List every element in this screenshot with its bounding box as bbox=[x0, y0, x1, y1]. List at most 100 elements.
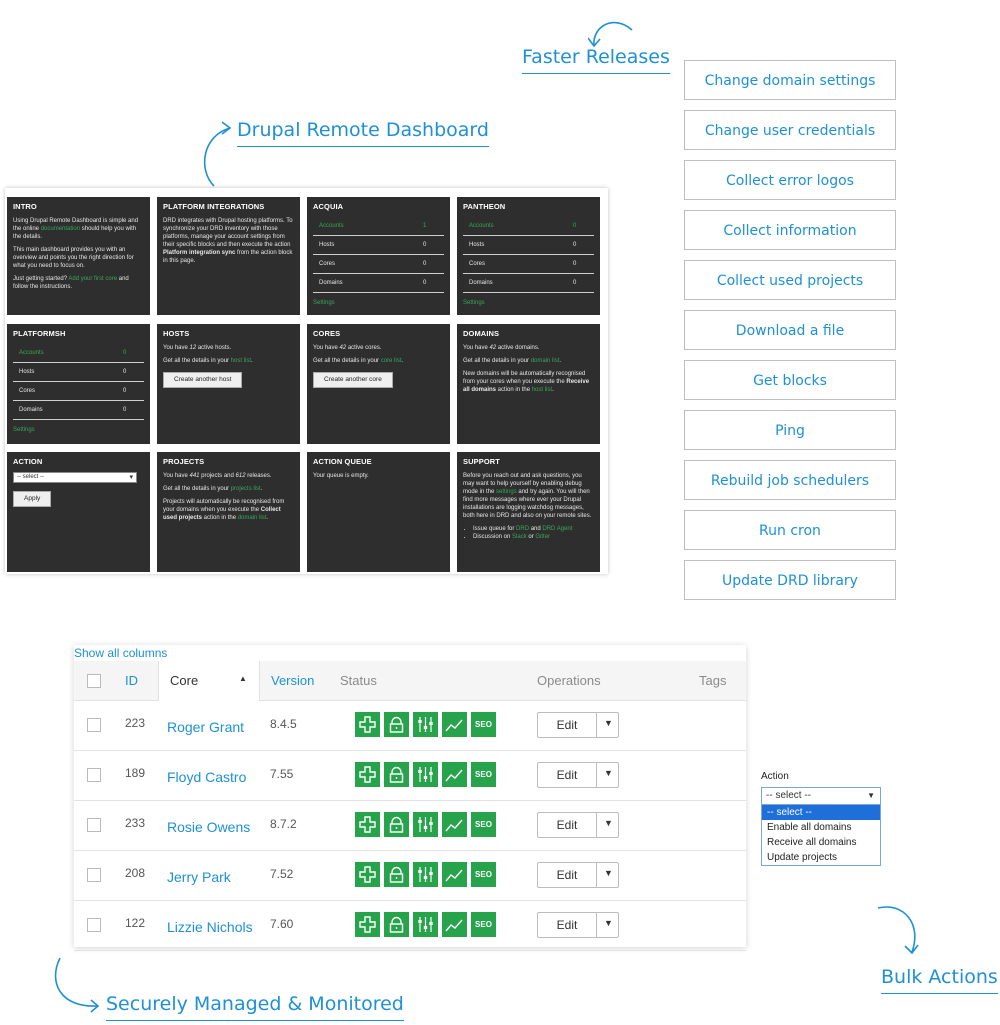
trend-icon[interactable] bbox=[442, 812, 467, 837]
bulk-option-receive-all-domains[interactable]: Receive all domains bbox=[762, 835, 880, 850]
chevron-down-icon[interactable]: ▼ bbox=[604, 918, 613, 928]
table-row[interactable]: 208 Jerry Park 7.52 SEO Edit ▼ bbox=[74, 851, 746, 901]
edit-button[interactable]: Edit bbox=[538, 918, 596, 932]
header-version[interactable]: Version bbox=[271, 673, 314, 688]
table-row[interactable]: Cores 0 bbox=[313, 254, 444, 274]
show-all-columns-link[interactable]: Show all columns bbox=[74, 646, 167, 660]
trend-icon[interactable] bbox=[442, 712, 467, 737]
action-select[interactable]: -- select -- bbox=[13, 472, 137, 483]
table-row[interactable]: 233 Rosie Owens 8.7.2 SEO Edit ▼ bbox=[74, 801, 746, 851]
header-id[interactable]: ID bbox=[125, 673, 138, 688]
sliders-icon[interactable] bbox=[413, 862, 438, 887]
sliders-icon[interactable] bbox=[413, 812, 438, 837]
slack-link[interactable]: Slack bbox=[512, 534, 527, 540]
sliders-icon[interactable] bbox=[413, 712, 438, 737]
plus-icon[interactable] bbox=[355, 762, 380, 787]
lock-icon[interactable] bbox=[384, 712, 409, 737]
bulk-action-select[interactable]: -- select -- ▼ bbox=[761, 787, 881, 805]
table-row[interactable]: 223 Roger Grant 8.4.5 SEO Edit ▼ bbox=[74, 701, 746, 751]
host-list-link[interactable]: host list bbox=[231, 358, 251, 364]
table-row[interactable]: Accounts 1 bbox=[313, 217, 444, 236]
plus-icon[interactable] bbox=[355, 862, 380, 887]
plus-icon[interactable] bbox=[355, 912, 380, 937]
apply-button[interactable]: Apply bbox=[13, 491, 52, 507]
create-core-button[interactable]: Create another core bbox=[313, 372, 393, 388]
edit-button[interactable]: Edit bbox=[538, 718, 596, 732]
edit-button[interactable]: Edit bbox=[538, 768, 596, 782]
row-checkbox[interactable] bbox=[87, 768, 101, 782]
create-host-button[interactable]: Create another host bbox=[163, 372, 243, 388]
core-name-link[interactable]: Floyd Castro bbox=[167, 769, 246, 785]
platformsh-settings-link[interactable]: Settings bbox=[13, 426, 144, 434]
table-row[interactable]: Domains 0 bbox=[463, 273, 594, 293]
lock-icon[interactable] bbox=[384, 762, 409, 787]
drd-link[interactable]: DRD bbox=[516, 526, 529, 532]
table-row[interactable]: Domains 0 bbox=[13, 400, 144, 420]
domain-list-link[interactable]: domain list bbox=[531, 358, 560, 364]
lock-icon[interactable] bbox=[384, 812, 409, 837]
domain-list-link[interactable]: domain list bbox=[238, 515, 267, 521]
table-row[interactable]: Hosts 0 bbox=[463, 235, 594, 255]
table-row[interactable]: Cores 0 bbox=[463, 254, 594, 274]
action-run-cron-button[interactable]: Run cron bbox=[684, 510, 896, 550]
trend-icon[interactable] bbox=[442, 862, 467, 887]
seo-icon[interactable]: SEO bbox=[471, 812, 496, 837]
header-core-cell[interactable]: Core ▲ bbox=[158, 661, 260, 701]
row-checkbox[interactable] bbox=[87, 918, 101, 932]
action-collect-information-button[interactable]: Collect information bbox=[684, 210, 896, 250]
chevron-down-icon[interactable]: ▼ bbox=[604, 818, 613, 828]
row-checkbox[interactable] bbox=[87, 718, 101, 732]
lock-icon[interactable] bbox=[384, 912, 409, 937]
action-rebuild-job-schedulers-button[interactable]: Rebuild job schedulers bbox=[684, 460, 896, 500]
table-row[interactable]: Hosts 0 bbox=[313, 235, 444, 255]
action-change-user-credentials-button[interactable]: Change user credentials bbox=[684, 110, 896, 150]
seo-icon[interactable]: SEO bbox=[471, 762, 496, 787]
table-row[interactable]: Domains 0 bbox=[313, 273, 444, 293]
trend-icon[interactable] bbox=[442, 762, 467, 787]
projects-list-link[interactable]: projects list bbox=[231, 486, 261, 492]
documentation-link[interactable]: documentation bbox=[41, 226, 80, 232]
seo-icon[interactable]: SEO bbox=[471, 862, 496, 887]
plus-icon[interactable] bbox=[355, 812, 380, 837]
gitter-link[interactable]: Gitter bbox=[535, 534, 550, 540]
core-name-link[interactable]: Rosie Owens bbox=[167, 819, 250, 835]
seo-icon[interactable]: SEO bbox=[471, 912, 496, 937]
table-row[interactable]: Cores 0 bbox=[13, 381, 144, 401]
trend-icon[interactable] bbox=[442, 912, 467, 937]
select-all-checkbox[interactable] bbox=[87, 674, 101, 688]
action-update-drd-library-button[interactable]: Update DRD library bbox=[684, 560, 896, 600]
bulk-option-update-projects[interactable]: Update projects bbox=[762, 850, 880, 865]
seo-icon[interactable]: SEO bbox=[471, 712, 496, 737]
core-list-link[interactable]: core list bbox=[381, 358, 402, 364]
lock-icon[interactable] bbox=[384, 862, 409, 887]
table-row[interactable]: 189 Floyd Castro 7.55 SEO Edit ▼ bbox=[74, 751, 746, 801]
action-collect-error-logos-button[interactable]: Collect error logos bbox=[684, 160, 896, 200]
bulk-option-enable-all-domains[interactable]: Enable all domains bbox=[762, 820, 880, 835]
drd-agent-link[interactable]: DRD Agent bbox=[542, 526, 572, 532]
add-first-core-link[interactable]: Add your first core bbox=[68, 276, 117, 282]
acquia-settings-link[interactable]: Settings bbox=[313, 299, 444, 307]
settings-link[interactable]: settings bbox=[496, 489, 517, 495]
action-change-domain-settings-button[interactable]: Change domain settings bbox=[684, 60, 896, 100]
chevron-down-icon[interactable]: ▼ bbox=[604, 718, 613, 728]
row-checkbox[interactable] bbox=[87, 818, 101, 832]
table-row[interactable]: Accounts 0 bbox=[463, 217, 594, 236]
table-row[interactable]: 122 Lizzie Nichols 7.60 SEO Edit ▼ bbox=[74, 901, 746, 951]
core-name-link[interactable]: Roger Grant bbox=[167, 719, 244, 735]
edit-button[interactable]: Edit bbox=[538, 818, 596, 832]
core-name-link[interactable]: Lizzie Nichols bbox=[167, 919, 253, 935]
chevron-down-icon[interactable]: ▼ bbox=[604, 768, 613, 778]
table-row[interactable]: Accounts 0 bbox=[13, 344, 144, 363]
action-get-blocks-button[interactable]: Get blocks bbox=[684, 360, 896, 400]
bulk-option-select[interactable]: -- select -- bbox=[762, 805, 880, 820]
table-row[interactable]: Hosts 0 bbox=[13, 362, 144, 382]
plus-icon[interactable] bbox=[355, 712, 380, 737]
host-list-link[interactable]: host list bbox=[532, 387, 552, 393]
core-name-link[interactable]: Jerry Park bbox=[167, 869, 231, 885]
row-checkbox[interactable] bbox=[87, 868, 101, 882]
action-collect-used-projects-button[interactable]: Collect used projects bbox=[684, 260, 896, 300]
pantheon-settings-link[interactable]: Settings bbox=[463, 299, 594, 307]
edit-button[interactable]: Edit bbox=[538, 868, 596, 882]
sliders-icon[interactable] bbox=[413, 912, 438, 937]
sliders-icon[interactable] bbox=[413, 762, 438, 787]
